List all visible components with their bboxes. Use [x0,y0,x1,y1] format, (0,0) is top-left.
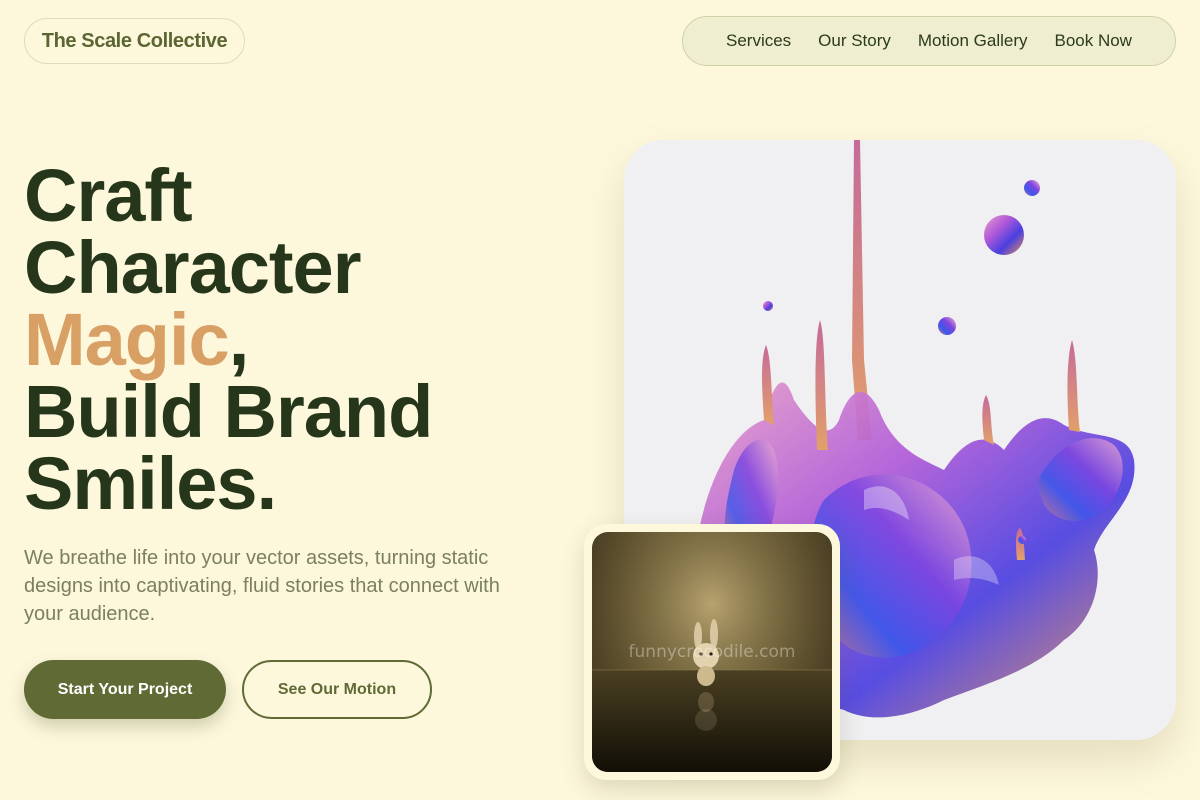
start-project-label: Start Your Project [57,680,193,698]
headline-line-4: Build Brand [24,370,433,453]
start-project-button[interactable]: Start Your Project [24,660,226,719]
bunny-thumbnail-image: funnycrocodile.com [592,532,832,772]
nav-item-book-now[interactable]: Book Now [1054,31,1131,51]
headline-line-5: Smiles. [24,442,277,525]
headline-line-3: Magic, [24,303,432,377]
see-motion-label: See Our Motion [277,680,397,698]
nav-item-our-story[interactable]: Our Story [818,31,891,51]
nav-item-services[interactable]: Services [726,31,791,51]
main-nav: Services Our Story Motion Gallery Book N… [682,16,1176,66]
hero-headline: Craft Character Magic, Build Brand Smile… [24,154,433,525]
landing-page: The Scale Collective Services Our Story … [0,0,1200,800]
thumbnail-card: funnycrocodile.com [584,524,840,780]
see-motion-button[interactable]: See Our Motion [242,660,432,719]
brand-name: The Scale Collective [41,29,228,52]
headline-line-1: Craft [24,154,193,237]
hero-subtitle: We breathe life into your vector assets,… [24,547,500,625]
headline-accent-word: Magic [24,298,230,381]
brand-logo[interactable]: The Scale Collective [24,18,245,64]
headline-line-2: Character [24,226,362,309]
thumb-watermark: funnycrocodile.com [628,642,796,662]
headline-accent-suffix: , [228,298,250,381]
nav-item-motion-gallery[interactable]: Motion Gallery [918,31,1028,51]
